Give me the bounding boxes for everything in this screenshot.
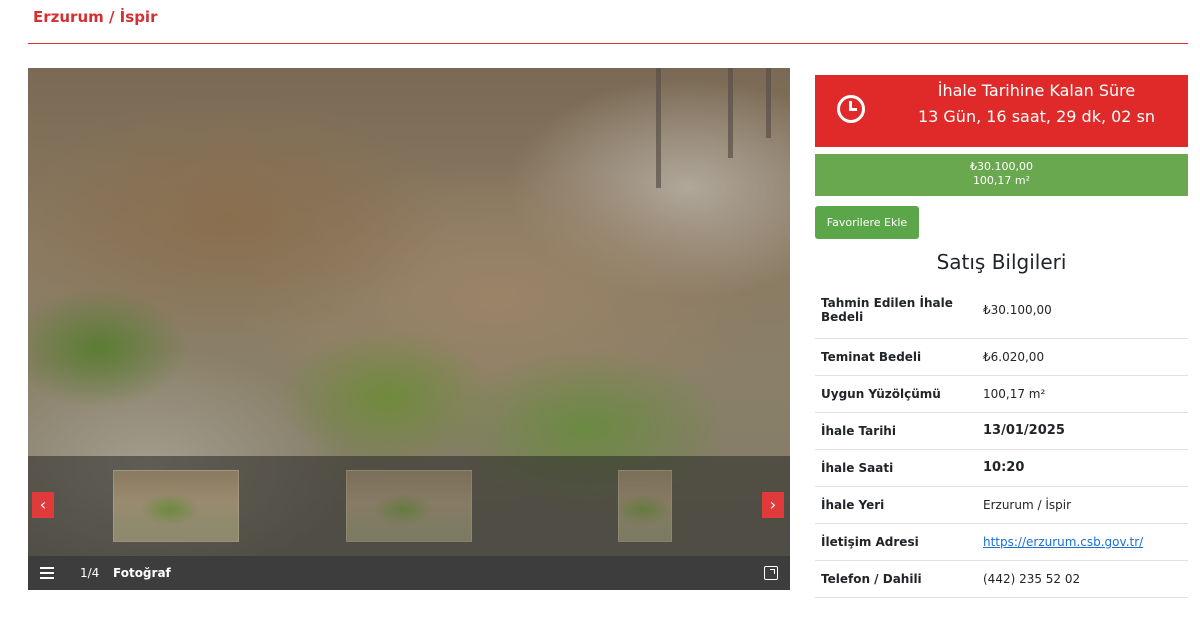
row-key: Teminat Bedeli	[815, 338, 977, 376]
contact-address-link[interactable]: https://erzurum.csb.gov.tr/	[983, 535, 1143, 549]
clock-icon	[837, 95, 865, 123]
photo-fence-post	[728, 68, 733, 158]
price-box: ₺30.100,00 100,17 m²	[815, 154, 1188, 196]
row-key: İhale Saati	[815, 449, 977, 487]
row-value: 13/01/2025	[977, 412, 1188, 450]
thumbnail-1[interactable]	[113, 470, 239, 542]
table-row: İhale Yeri Erzurum / İspir	[815, 486, 1188, 524]
photo-counter: 1/4	[80, 566, 100, 580]
row-value: https://erzurum.csb.gov.tr/	[977, 523, 1188, 561]
table-row: İletişim Adresi https://erzurum.csb.gov.…	[815, 523, 1188, 561]
photo-fence-post	[656, 68, 661, 188]
row-key: Uygun Yüzölçümü	[815, 375, 977, 413]
table-row: Teminat Bedeli ₺6.020,00	[815, 338, 1188, 376]
countdown-title: İhale Tarihine Kalan Süre	[937, 81, 1136, 100]
row-key: İletişim Adresi	[815, 523, 977, 561]
sale-info-table: Tahmin Edilen İhale Bedeli ₺30.100,00 Te…	[815, 282, 1188, 598]
row-value: Erzurum / İspir	[977, 486, 1188, 524]
photo-label: Fotoğraf	[113, 566, 171, 580]
row-value: 100,17 m²	[977, 375, 1188, 413]
row-key: İhale Yeri	[815, 486, 977, 524]
list-icon[interactable]	[40, 567, 54, 579]
countdown-box: İhale Tarihine Kalan Süre 13 Gün, 16 saa…	[815, 75, 1188, 147]
gallery-toolbar: 1/4 Fotoğraf	[28, 556, 790, 590]
gallery-prev-button[interactable]: ‹	[32, 492, 54, 518]
countdown-time: 13 Gün, 16 saat, 29 dk, 02 sn	[917, 107, 1156, 126]
fullscreen-icon[interactable]	[764, 566, 778, 580]
row-key: Telefon / Dahili	[815, 560, 977, 598]
price-area: 100,17 m²	[972, 174, 1031, 187]
row-value: (442) 235 52 02	[977, 560, 1188, 598]
table-row: İhale Tarihi 13/01/2025	[815, 412, 1188, 450]
thumbnail-strip	[28, 456, 790, 556]
thumbnail-2[interactable]	[346, 470, 472, 542]
photo-gallery[interactable]: ‹ › 1/4 Fotoğraf	[28, 68, 790, 590]
row-key: Tahmin Edilen İhale Bedeli	[815, 282, 977, 339]
row-key: İhale Tarihi	[815, 412, 977, 450]
table-row: Telefon / Dahili (442) 235 52 02	[815, 560, 1188, 598]
table-row: Uygun Yüzölçümü 100,17 m²	[815, 375, 1188, 413]
sale-info-title: Satış Bilgileri	[936, 250, 1067, 274]
row-value: 10:20	[977, 449, 1188, 487]
table-row: İhale Saati 10:20	[815, 449, 1188, 487]
row-value: ₺6.020,00	[977, 338, 1188, 376]
add-to-favorites-button[interactable]: Favorilere Ekle	[815, 206, 919, 239]
photo-fence-post	[766, 68, 771, 138]
thumbnail-3[interactable]	[618, 470, 672, 542]
table-row: Tahmin Edilen İhale Bedeli ₺30.100,00	[815, 282, 1188, 339]
header-divider	[28, 43, 1188, 44]
page-header-title: Erzurum / İspir	[33, 8, 158, 26]
row-value: ₺30.100,00	[977, 282, 1188, 339]
price-amount: ₺30.100,00	[970, 160, 1033, 173]
gallery-next-button[interactable]: ›	[762, 492, 784, 518]
